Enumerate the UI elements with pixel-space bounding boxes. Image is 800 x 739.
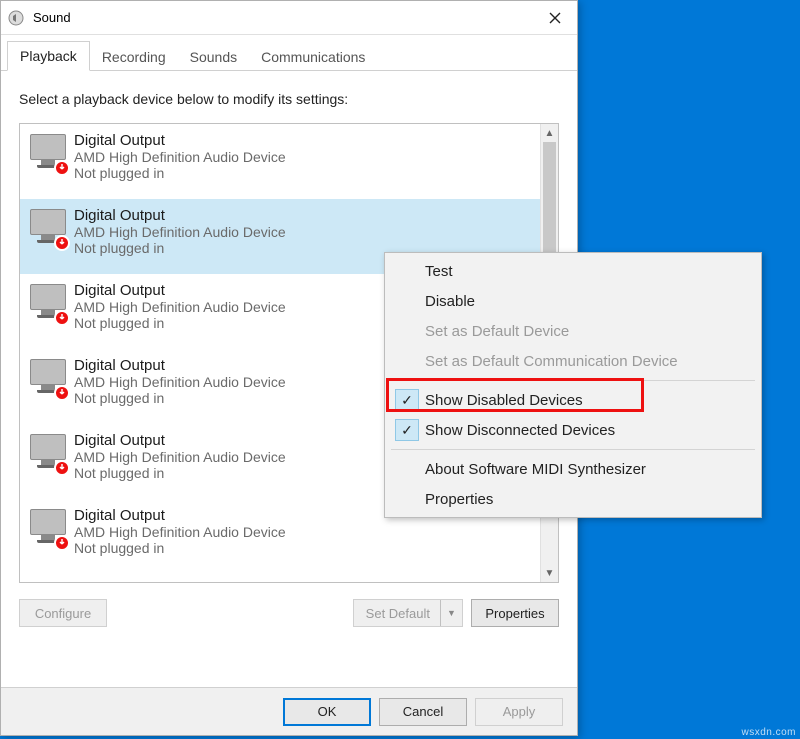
check-icon [395,320,419,342]
device-status: Not plugged in [74,165,532,181]
button-label: Apply [503,704,536,719]
scroll-down-arrow-icon[interactable]: ▼ [541,564,558,582]
check-icon: ✓ [395,389,419,411]
configure-button[interactable]: Configure [19,599,107,627]
check-icon [395,350,419,372]
device-description: AMD High Definition Audio Device [74,224,532,240]
device-name: Digital Output [74,207,532,224]
menu-item-label: Test [425,263,453,280]
menu-item-label: Show Disconnected Devices [425,422,615,439]
ok-button[interactable]: OK [283,698,371,726]
monitor-icon [28,132,68,174]
menu-item-about-software-midi-synthesizer[interactable]: About Software MIDI Synthesizer [385,454,761,484]
unplugged-badge-icon [54,385,70,401]
menu-item-label: About Software MIDI Synthesizer [425,461,646,478]
unplugged-badge-icon [54,235,70,251]
monitor-icon [28,207,68,249]
instruction-text: Select a playback device below to modify… [19,91,559,107]
titlebar: Sound [1,1,577,35]
window-title: Sound [33,10,539,25]
menu-separator [391,449,755,450]
device-description: AMD High Definition Audio Device [74,149,532,165]
monitor-icon [28,432,68,474]
device-status: Not plugged in [74,540,532,556]
desktop-background: Sound Playback Recording Sounds Communic… [0,0,800,739]
scroll-up-arrow-icon[interactable]: ▲ [541,124,558,142]
button-label: Configure [35,606,91,621]
check-icon [395,260,419,282]
menu-item-test[interactable]: Test [385,256,761,286]
tab-recording[interactable]: Recording [90,43,178,71]
tab-sounds[interactable]: Sounds [178,43,249,71]
button-label: Set Default [366,606,430,621]
menu-item-label: Set as Default Device [425,323,569,340]
properties-button[interactable]: Properties [471,599,559,627]
check-icon [395,488,419,510]
unplugged-badge-icon [54,310,70,326]
device-description: AMD High Definition Audio Device [74,524,532,540]
unplugged-badge-icon [54,160,70,176]
tab-label: Communications [261,49,365,65]
check-icon [395,290,419,312]
unplugged-badge-icon [54,460,70,476]
close-button[interactable] [539,4,571,32]
button-label: Cancel [403,704,443,719]
monitor-icon [28,357,68,399]
tab-playback[interactable]: Playback [7,41,90,71]
button-label: OK [318,704,337,719]
cancel-button[interactable]: Cancel [379,698,467,726]
tab-communications[interactable]: Communications [249,43,377,71]
tab-label: Recording [102,49,166,65]
device-action-row: Configure Set Default ▼ Properties [19,599,559,627]
menu-item-label: Disable [425,293,475,310]
sound-icon [7,9,25,27]
watermark-text: wsxdn.com [741,727,796,738]
button-label: Properties [485,606,544,621]
menu-item-show-disabled-devices[interactable]: ✓ Show Disabled Devices [385,385,761,415]
check-icon: ✓ [395,419,419,441]
device-info: Digital OutputAMD High Definition Audio … [74,207,532,256]
apply-button[interactable]: Apply [475,698,563,726]
unplugged-badge-icon [54,535,70,551]
context-menu: Test Disable Set as Default Device Set as D… [384,252,762,518]
dialog-button-row: OK Cancel Apply [1,687,577,735]
menu-item-set-as-default-communication-device: Set as Default Communication Device [385,346,761,376]
menu-item-properties[interactable]: Properties [385,484,761,514]
device-info: Digital OutputAMD High Definition Audio … [74,132,532,181]
monitor-icon [28,507,68,549]
chevron-down-icon[interactable]: ▼ [440,600,462,626]
check-icon [395,458,419,480]
set-default-button[interactable]: Set Default ▼ [353,599,463,627]
tab-label: Sounds [190,49,237,65]
menu-item-label: Properties [425,491,493,508]
menu-item-label: Set as Default Communication Device [425,353,678,370]
menu-item-disable[interactable]: Disable [385,286,761,316]
menu-separator [391,380,755,381]
menu-item-set-as-default-device: Set as Default Device [385,316,761,346]
tab-strip: Playback Recording Sounds Communications [1,35,577,71]
menu-item-label: Show Disabled Devices [425,392,583,409]
device-row[interactable]: Digital OutputAMD High Definition Audio … [20,124,540,199]
tab-label: Playback [20,48,77,64]
device-name: Digital Output [74,132,532,149]
monitor-icon [28,282,68,324]
menu-item-show-disconnected-devices[interactable]: ✓ Show Disconnected Devices [385,415,761,445]
